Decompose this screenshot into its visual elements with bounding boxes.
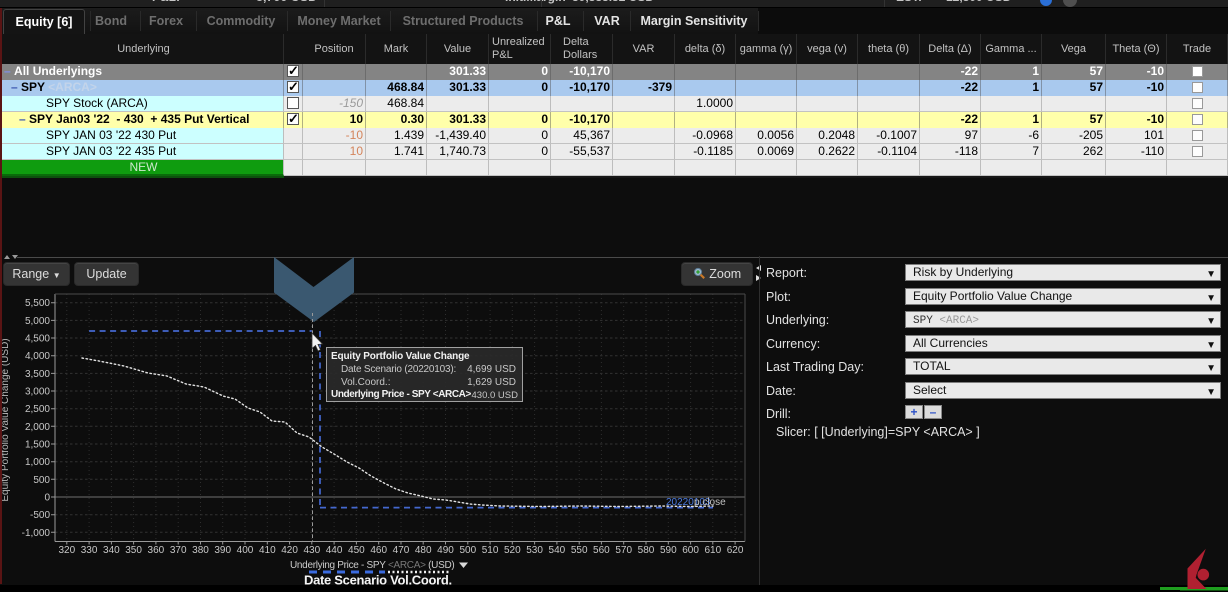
svg-text:400: 400 (237, 545, 254, 556)
svg-text:620: 620 (727, 545, 744, 556)
svg-text:4,000: 4,000 (25, 351, 50, 362)
svg-text:370: 370 (170, 545, 187, 556)
svg-text:480: 480 (415, 545, 432, 556)
svg-text:560: 560 (593, 545, 610, 556)
svg-text:330: 330 (81, 545, 98, 556)
svg-text:-500: -500 (30, 510, 50, 521)
svg-text:420: 420 (281, 545, 298, 556)
svg-text:5,500: 5,500 (25, 298, 50, 309)
svg-text:Underlying Price - SPY <ARCA>: Underlying Price - SPY <ARCA> (USD) (290, 560, 454, 571)
svg-text:380: 380 (192, 545, 209, 556)
svg-text:3,500: 3,500 (25, 369, 50, 380)
svg-text:p.close: p.close (694, 497, 726, 508)
svg-text:470: 470 (393, 545, 410, 556)
svg-text:1,500: 1,500 (25, 440, 50, 451)
svg-text:0: 0 (44, 493, 50, 504)
svg-text:5,000: 5,000 (25, 316, 50, 327)
svg-text:510: 510 (482, 545, 499, 556)
svg-text:450: 450 (348, 545, 365, 556)
svg-text:2,500: 2,500 (25, 404, 50, 415)
svg-text:320: 320 (58, 545, 75, 556)
svg-text:490: 490 (437, 545, 454, 556)
svg-text:590: 590 (660, 545, 677, 556)
svg-text:540: 540 (549, 545, 566, 556)
svg-text:360: 360 (148, 545, 165, 556)
svg-text:1,000: 1,000 (25, 457, 50, 468)
svg-text:390: 390 (214, 545, 231, 556)
svg-text:2,000: 2,000 (25, 422, 50, 433)
svg-text:610: 610 (704, 545, 721, 556)
svg-text:-1,000: -1,000 (22, 528, 51, 539)
svg-text:530: 530 (526, 545, 543, 556)
svg-text:570: 570 (615, 545, 632, 556)
svg-text:500: 500 (33, 475, 50, 486)
svg-text:520: 520 (504, 545, 521, 556)
svg-text:440: 440 (326, 545, 343, 556)
svg-text:600: 600 (682, 545, 699, 556)
svg-text:4,500: 4,500 (25, 334, 50, 345)
svg-text:350: 350 (125, 545, 142, 556)
svg-text:430: 430 (303, 545, 320, 556)
svg-text:580: 580 (638, 545, 655, 556)
svg-text:460: 460 (370, 545, 387, 556)
svg-text:340: 340 (103, 545, 120, 556)
svg-text:3,000: 3,000 (25, 387, 50, 398)
svg-text:500: 500 (459, 545, 476, 556)
svg-text:410: 410 (259, 545, 276, 556)
svg-text:550: 550 (571, 545, 588, 556)
